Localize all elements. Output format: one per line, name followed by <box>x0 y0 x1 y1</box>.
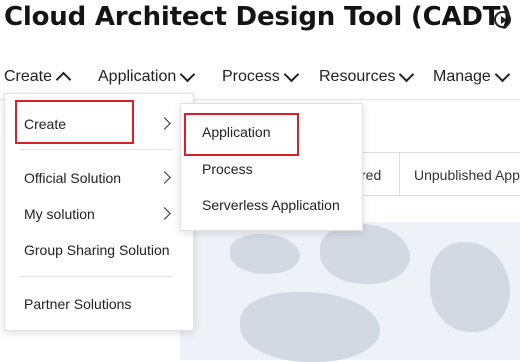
top-nav: Create Application Process Resources Man… <box>0 62 520 92</box>
chevron-down-icon <box>180 66 196 82</box>
page-title: Cloud Architect Design Tool (CADT) <box>4 2 512 32</box>
highlight-box-application <box>184 113 299 156</box>
menu-item-official-solution[interactable]: Official Solution <box>5 160 193 196</box>
menu-item-group-sharing-solution[interactable]: Group Sharing Solution <box>5 232 193 268</box>
highlight-box-create <box>15 100 134 144</box>
tab-unpublished-applications[interactable]: Unpublished Appl <box>414 167 520 183</box>
map-background <box>180 222 520 362</box>
nav-application[interactable]: Application <box>98 62 196 92</box>
nav-resources-label: Resources <box>319 68 396 85</box>
menu-item-partner-solutions[interactable]: Partner Solutions <box>5 286 193 322</box>
submenu-item-process[interactable]: Process <box>181 152 362 186</box>
map-landmass <box>240 292 380 362</box>
submenu-item-process-label: Process <box>202 161 253 177</box>
chevron-right-icon <box>158 207 171 220</box>
chevron-right-icon <box>158 171 171 184</box>
tab-partial[interactable]: red <box>361 167 381 183</box>
menu-divider <box>20 276 173 277</box>
chevron-down-icon <box>283 66 300 82</box>
chevron-right-icon <box>158 117 171 130</box>
nav-create[interactable]: Create <box>4 62 72 92</box>
create-dropdown-menu: Create Official Solution My solution Gro… <box>4 93 194 331</box>
menu-item-group-sharing-solution-label: Group Sharing Solution <box>24 242 170 258</box>
chevron-down-icon <box>494 66 511 82</box>
submenu-item-serverless-application-label: Serverless Application <box>202 197 340 213</box>
nav-manage[interactable]: Manage <box>433 62 511 92</box>
chevron-down-icon <box>399 66 415 82</box>
tab-divider <box>399 153 400 195</box>
menu-item-my-solution[interactable]: My solution <box>5 196 193 232</box>
nav-process[interactable]: Process <box>222 62 300 92</box>
map-landmass <box>430 242 510 332</box>
menu-item-my-solution-label: My solution <box>24 206 95 222</box>
map-landmass <box>320 224 410 284</box>
nav-resources[interactable]: Resources <box>319 62 415 92</box>
chevron-up-icon <box>55 71 72 87</box>
map-landmass <box>230 234 300 274</box>
nav-process-label: Process <box>222 68 280 85</box>
nav-application-label: Application <box>98 68 177 85</box>
menu-divider <box>20 149 173 150</box>
create-submenu: Application Process Serverless Applicati… <box>180 103 363 231</box>
menu-item-official-solution-label: Official Solution <box>24 170 122 186</box>
menu-item-partner-solutions-label: Partner Solutions <box>24 296 132 312</box>
play-circle-icon[interactable] <box>494 11 511 28</box>
nav-manage-label: Manage <box>433 68 491 85</box>
nav-create-label: Create <box>4 68 53 85</box>
submenu-item-serverless-application[interactable]: Serverless Application <box>181 188 362 222</box>
